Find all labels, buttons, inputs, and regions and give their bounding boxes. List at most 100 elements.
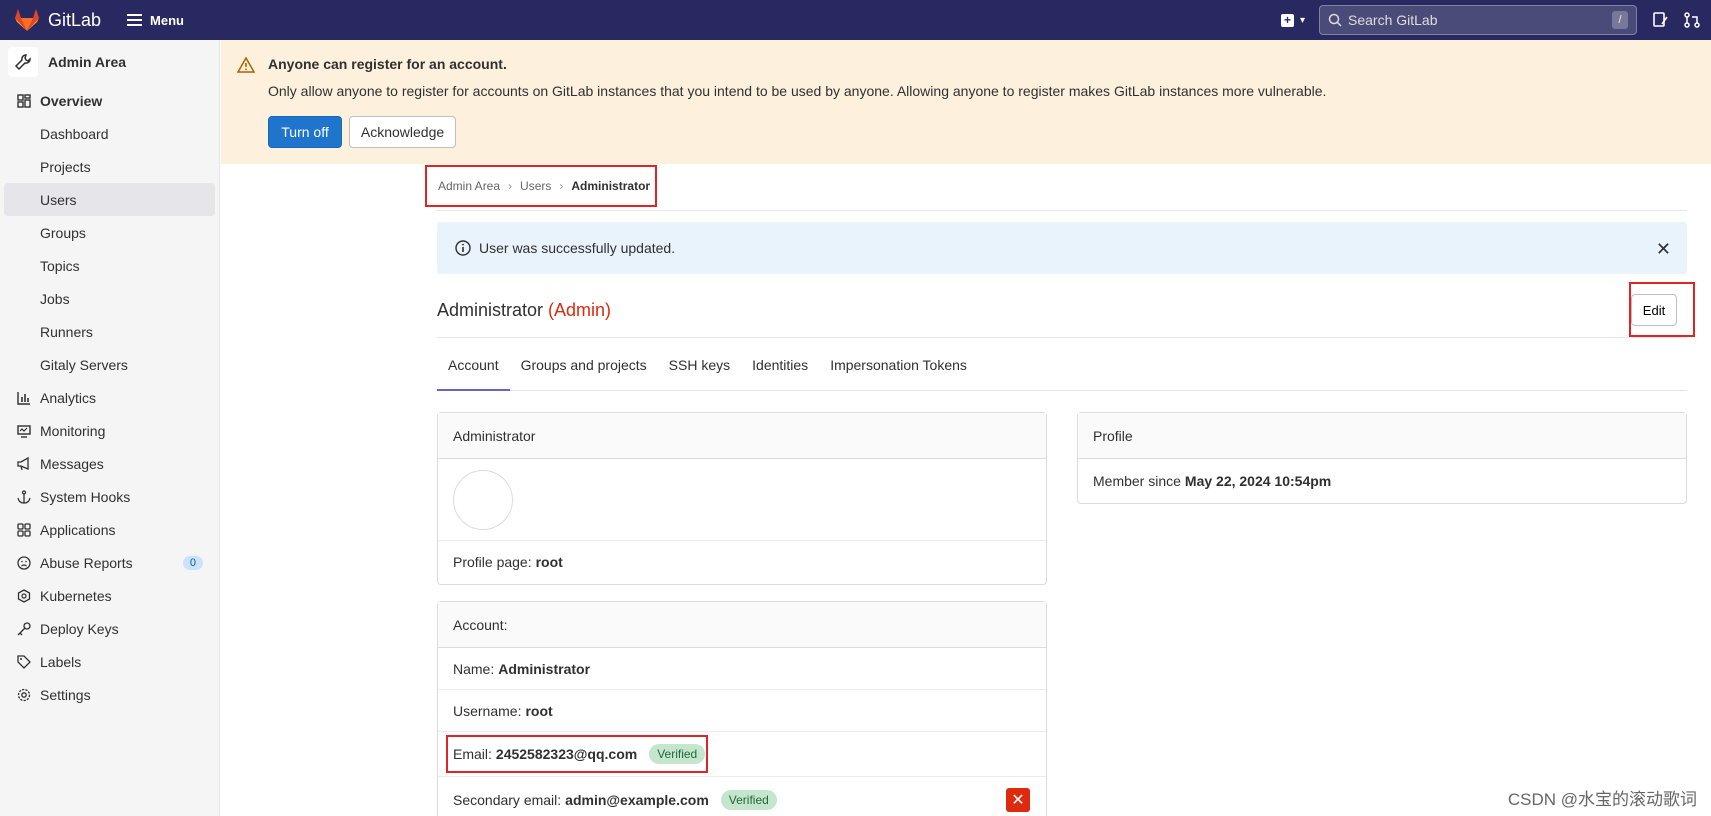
- overview-icon: [16, 93, 32, 109]
- sidebar-item-abuse-reports[interactable]: Abuse Reports 0: [0, 546, 219, 579]
- name-label: Name:: [453, 660, 495, 677]
- menu-label: Menu: [150, 12, 184, 28]
- breadcrumb-users[interactable]: Users: [520, 179, 551, 193]
- sidebar-item-label: Groups: [40, 224, 86, 241]
- sidebar-item-label: Jobs: [40, 290, 70, 307]
- sidebar-item-applications[interactable]: Applications: [0, 513, 219, 546]
- search-placeholder: Search GitLab: [1348, 12, 1438, 28]
- sidebar-item-label: Labels: [40, 653, 82, 670]
- sidebar-item-topics[interactable]: Topics: [0, 249, 219, 282]
- label-icon: [16, 654, 32, 670]
- sidebar-item-gitaly-servers[interactable]: Gitaly Servers: [0, 348, 219, 381]
- sidebar-item-label: Abuse Reports: [40, 554, 133, 571]
- secondary-email-value: admin@example.com: [565, 791, 709, 808]
- gitlab-logo-icon: [15, 9, 39, 31]
- sidebar-item-label: Runners: [40, 323, 93, 340]
- brand-name: GitLab: [48, 9, 102, 30]
- sidebar-item-label: Gitaly Servers: [40, 356, 128, 373]
- sidebar-item-monitoring[interactable]: Monitoring: [0, 414, 219, 447]
- top-navbar: GitLab Menu + ▾ Search GitLab /: [0, 0, 1711, 40]
- verified-badge: Verified: [720, 789, 777, 810]
- sidebar-item-dashboard[interactable]: Dashboard: [0, 117, 219, 150]
- edit-button[interactable]: Edit: [1631, 294, 1677, 326]
- sidebar-item-label: System Hooks: [40, 488, 131, 505]
- turn-off-button[interactable]: Turn off: [268, 116, 342, 148]
- search-shortcut-hint: /: [1612, 11, 1628, 29]
- sidebar-header[interactable]: Admin Area: [0, 40, 219, 84]
- tab-identities[interactable]: Identities: [741, 339, 819, 391]
- page-title-row: Administrator (Admin) Edit: [437, 282, 1695, 338]
- plus-icon: +: [1280, 13, 1294, 27]
- account-card: Account: Name: Administrator Username: r…: [437, 601, 1047, 816]
- member-since-value: May 22, 2024 10:54pm: [1184, 473, 1332, 489]
- new-dropdown-button[interactable]: + ▾: [1280, 13, 1305, 27]
- username-row: Username: root: [438, 690, 1046, 732]
- sidebar-item-deploy-keys[interactable]: Deploy Keys: [0, 612, 219, 645]
- avatar-row: [438, 459, 1046, 541]
- secondary-email-label: Secondary email:: [453, 791, 562, 808]
- sidebar-item-projects[interactable]: Projects: [0, 150, 219, 183]
- member-since-row: Member since May 22, 2024 10:54pm: [1078, 459, 1686, 503]
- gitlab-home-link[interactable]: GitLab: [14, 8, 101, 32]
- admin-role-label: (Admin): [548, 300, 612, 320]
- user-profile-card: Administrator Profile page: root: [437, 412, 1047, 585]
- hamburger-icon: [127, 11, 143, 29]
- abuse-icon: [16, 555, 32, 571]
- menu-button[interactable]: Menu: [127, 11, 184, 29]
- warning-icon: [237, 56, 255, 73]
- sidebar-item-messages[interactable]: Messages: [0, 447, 219, 480]
- search-icon: [1328, 13, 1342, 27]
- sidebar-item-groups[interactable]: Groups: [0, 216, 219, 249]
- sidebar-item-overview[interactable]: Overview: [0, 84, 219, 117]
- sidebar-item-users[interactable]: Users: [4, 183, 215, 216]
- account-card-header: Account:: [438, 602, 1046, 648]
- issues-icon[interactable]: [1651, 11, 1669, 29]
- chevron-right-icon: ›: [559, 179, 564, 193]
- settings-icon: [16, 687, 32, 703]
- close-icon[interactable]: ✕: [1656, 239, 1671, 260]
- tab-ssh-keys[interactable]: SSH keys: [658, 339, 741, 391]
- sidebar-item-labels[interactable]: Labels: [0, 645, 219, 678]
- breadcrumb-admin-area[interactable]: Admin Area: [438, 179, 500, 193]
- main-content: Admin Area › Users › Administrator User …: [425, 164, 1695, 816]
- profile-card-header: Administrator: [438, 413, 1046, 459]
- sidebar-title: Admin Area: [48, 54, 127, 70]
- sidebar-item-analytics[interactable]: Analytics: [0, 381, 219, 414]
- chevron-down-icon: ▾: [1299, 14, 1305, 26]
- admin-sidebar: Admin Area Overview Dashboard Projects U…: [0, 40, 220, 816]
- applications-icon: [16, 522, 32, 538]
- user-tabs: Account Groups and projects SSH keys Ide…: [437, 339, 1687, 391]
- info-icon: [455, 240, 471, 256]
- secondary-email-row: Secondary email: admin@example.com Verif…: [438, 777, 1046, 816]
- registration-warning-banner: Anyone can register for an account. Only…: [221, 40, 1711, 164]
- sidebar-item-label: Overview: [40, 92, 103, 109]
- profile-page-label: Profile page:: [453, 554, 532, 570]
- sidebar-item-runners[interactable]: Runners: [0, 315, 219, 348]
- breadcrumb: Admin Area › Users › Administrator: [437, 166, 650, 206]
- search-input[interactable]: Search GitLab /: [1319, 5, 1637, 35]
- page-title: Administrator (Admin): [437, 300, 611, 321]
- merge-request-icon[interactable]: [1683, 11, 1701, 29]
- tab-impersonation-tokens[interactable]: Impersonation Tokens: [819, 339, 978, 391]
- delete-secondary-email-button[interactable]: ✕: [1006, 787, 1030, 812]
- profile-page-row: Profile page: root: [438, 541, 1046, 583]
- sidebar-item-settings[interactable]: Settings: [0, 678, 219, 711]
- sidebar-item-system-hooks[interactable]: System Hooks: [0, 480, 219, 513]
- acknowledge-button[interactable]: Acknowledge: [349, 116, 456, 148]
- banner-title: Anyone can register for an account.: [268, 56, 507, 72]
- email-highlight-box: [446, 735, 708, 773]
- tab-account[interactable]: Account: [437, 339, 510, 391]
- wrench-icon: [14, 54, 31, 71]
- sidebar-item-label: Users: [40, 191, 77, 208]
- monitor-icon: [16, 423, 32, 439]
- sidebar-item-jobs[interactable]: Jobs: [0, 282, 219, 315]
- profile-page-link[interactable]: root: [536, 554, 563, 570]
- tab-groups-and-projects[interactable]: Groups and projects: [510, 339, 658, 391]
- profile-info-card: Profile Member since May 22, 2024 10:54p…: [1077, 412, 1687, 504]
- avatar: [453, 469, 513, 530]
- alert-text: User was successfully updated.: [479, 240, 676, 256]
- megaphone-icon: [16, 456, 32, 472]
- sidebar-item-label: Messages: [40, 455, 104, 472]
- name-value: Administrator: [498, 660, 591, 677]
- sidebar-item-kubernetes[interactable]: Kubernetes: [0, 579, 219, 612]
